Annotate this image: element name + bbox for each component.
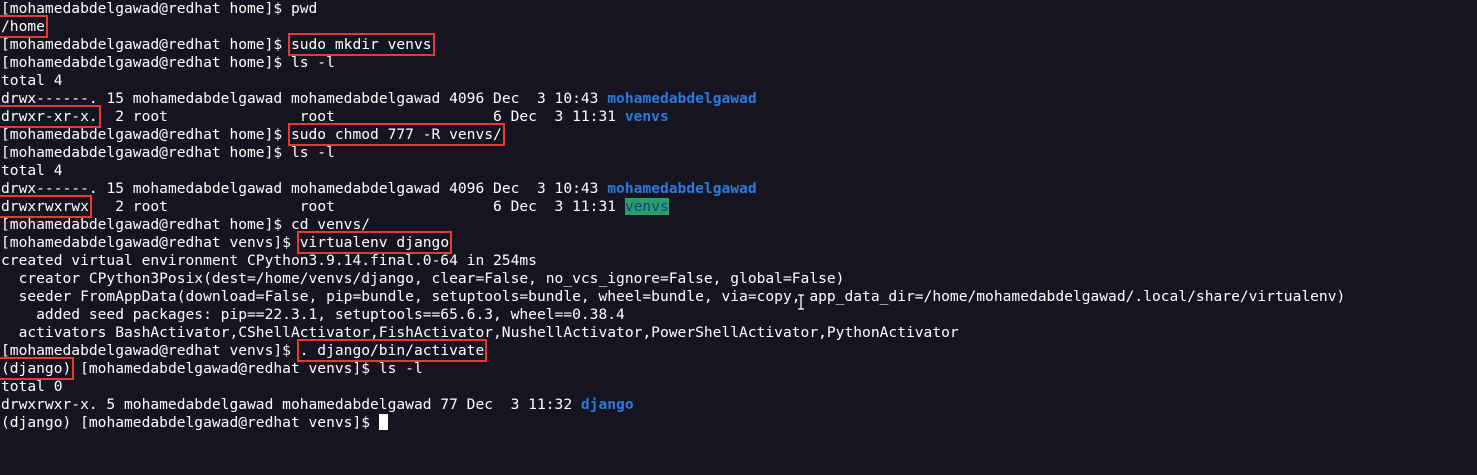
directory-name: mohamedabdelgawad [607, 180, 757, 197]
command-text: virtualenv django [296, 231, 453, 254]
terminal-line: [mohamedabdelgawad@redhat home]$ ls -l [0, 144, 1477, 162]
prompt: [mohamedabdelgawad@redhat venvs]$ [1, 234, 300, 251]
terminal-line: [mohamedabdelgawad@redhat home]$ ls -l [0, 54, 1477, 72]
listing-row: drwxrwxrwx 2 root root 6 Dec 3 11:31 ven… [0, 195, 1477, 218]
terminal-line: [mohamedabdelgawad@redhat venvs]$ virtua… [0, 231, 1477, 254]
permissions: drwxrwxrwx [0, 195, 92, 218]
prompt: [mohamedabdelgawad@redhat home]$ [1, 126, 291, 143]
output-text: seeder FromAppData(download=False, pip=b… [1, 288, 1346, 305]
prompt: [mohamedabdelgawad@redhat home]$ [1, 36, 291, 53]
output-text: created virtual environment CPython3.9.1… [1, 252, 537, 269]
command-text: sudo mkdir venvs [287, 33, 435, 56]
permissions: drwx------. [1, 90, 98, 107]
permissions: drwx------. [1, 180, 98, 197]
command-text: ls -l [290, 144, 335, 161]
terminal-line: total 4 [0, 162, 1477, 180]
terminal-line: creator CPython3Posix(dest=/home/venvs/d… [0, 270, 1477, 288]
listing-row: drwx------. 15 mohamedabdelgawad mohamed… [0, 90, 1477, 108]
output-text: added seed packages: pip==22.3.1, setupt… [1, 306, 625, 323]
listing-details: 15 mohamedabdelgawad mohamedabdelgawad 4… [97, 180, 608, 197]
directory-name: venvs [624, 108, 669, 125]
prompt: [mohamedabdelgawad@redhat venvs]$ [1, 342, 300, 359]
terminal-line: seeder FromAppData(download=False, pip=b… [0, 288, 1477, 306]
command-text: pwd [290, 0, 318, 17]
terminal-line: total 0 [0, 378, 1477, 396]
listing-details: 2 root root 6 Dec 3 11:31 [97, 108, 625, 125]
terminal-line: created virtual environment CPython3.9.1… [0, 252, 1477, 270]
text-cursor[interactable] [378, 414, 388, 430]
venv-indicator: (django) [1, 414, 72, 431]
terminal-line: [mohamedabdelgawad@redhat home]$ sudo ch… [0, 123, 1477, 146]
terminal-line: [mohamedabdelgawad@redhat home]$ pwd [0, 0, 1477, 18]
terminal-window[interactable]: [mohamedabdelgawad@redhat home]$ pwd /ho… [0, 0, 1477, 475]
output-text: total 0 [1, 378, 63, 395]
command-text: ls -l [378, 360, 423, 377]
prompt: [mohamedabdelgawad@redhat home]$ [1, 216, 291, 233]
prompt: [mohamedabdelgawad@redhat home]$ [1, 0, 291, 17]
prompt: [mohamedabdelgawad@redhat home]$ [1, 144, 291, 161]
permissions: drwxr-xr-x. [0, 105, 101, 128]
listing-row: drwxrwxr-x. 5 mohamedabdelgawad mohameda… [0, 396, 1477, 414]
directory-name: mohamedabdelgawad [607, 90, 757, 107]
listing-details: 2 root root 6 Dec 3 11:31 [88, 198, 625, 215]
venv-indicator: (django) [0, 357, 75, 380]
directory-name: venvs [624, 198, 669, 215]
terminal-line: /home [0, 15, 1477, 38]
prompt: [mohamedabdelgawad@redhat home]$ [1, 54, 291, 71]
output-text: creator CPython3Posix(dest=/home/venvs/d… [1, 270, 845, 287]
listing-details: 15 mohamedabdelgawad mohamedabdelgawad 4… [97, 90, 608, 107]
command-text: cd venvs/ [290, 216, 371, 233]
command-text: sudo chmod 777 -R venvs/ [287, 123, 505, 146]
terminal-line: added seed packages: pip==22.3.1, setupt… [0, 306, 1477, 324]
listing-details: drwxrwxr-x. 5 mohamedabdelgawad mohameda… [1, 396, 581, 413]
terminal-line: (django) [mohamedabdelgawad@redhat venvs… [0, 414, 1477, 432]
terminal-line: (django) [mohamedabdelgawad@redhat venvs… [0, 357, 1477, 380]
directory-name: django [580, 396, 634, 413]
output-text: /home [0, 15, 48, 38]
output-text: total 4 [1, 72, 63, 89]
output-text: total 4 [1, 162, 63, 179]
listing-row: drwx------. 15 mohamedabdelgawad mohamed… [0, 180, 1477, 198]
terminal-line: [mohamedabdelgawad@redhat home]$ sudo mk… [0, 33, 1477, 56]
terminal-line: total 4 [0, 72, 1477, 90]
command-text: ls -l [290, 54, 335, 71]
prompt: [mohamedabdelgawad@redhat venvs]$ [71, 360, 379, 377]
output-text: activators BashActivator,CShellActivator… [1, 324, 959, 341]
ibeam-cursor-icon [797, 294, 805, 310]
terminal-line: activators BashActivator,CShellActivator… [0, 324, 1477, 342]
terminal-line: [mohamedabdelgawad@redhat venvs]$ . djan… [0, 339, 1477, 362]
listing-row: drwxr-xr-x. 2 root root 6 Dec 3 11:31 ve… [0, 105, 1477, 128]
command-text: . django/bin/activate [296, 339, 488, 362]
prompt: [mohamedabdelgawad@redhat venvs]$ [71, 414, 379, 431]
terminal-line: [mohamedabdelgawad@redhat home]$ cd venv… [0, 216, 1477, 234]
